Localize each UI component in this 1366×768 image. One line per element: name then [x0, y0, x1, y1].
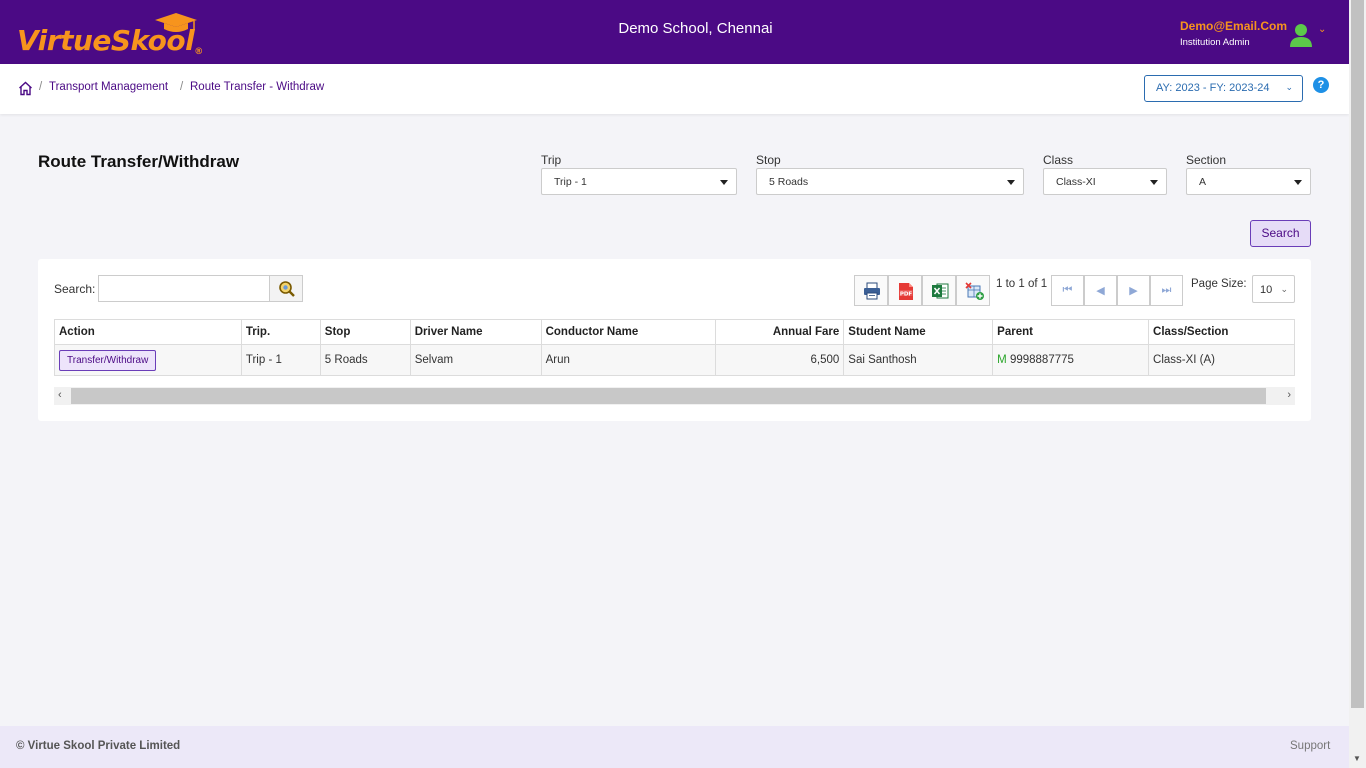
- trip-select-value: Trip - 1: [554, 176, 587, 188]
- academic-year-select[interactable]: AY: 2023 - FY: 2023-24 ⌄: [1144, 75, 1303, 102]
- scrollbar-thumb[interactable]: [71, 388, 1266, 404]
- stop-select-value: 5 Roads: [769, 176, 809, 188]
- support-link[interactable]: Support: [1290, 740, 1330, 752]
- user-email[interactable]: Demo@Email.Com: [1180, 19, 1287, 33]
- print-icon: [864, 282, 880, 300]
- cell-conductor: Arun: [540, 344, 717, 376]
- cell-parent: M 9998887775: [992, 344, 1150, 376]
- pdf-export-button[interactable]: PDF: [888, 275, 922, 306]
- page-size-label: Page Size:: [1191, 278, 1247, 290]
- stop-select[interactable]: 5 Roads: [756, 168, 1024, 195]
- cell-action: Transfer/Withdraw: [54, 344, 242, 376]
- grid-search-input[interactable]: [98, 275, 270, 302]
- cell-driver: Selvam: [409, 344, 542, 376]
- section-label: Section: [1186, 153, 1227, 167]
- excel-icon: [932, 283, 949, 299]
- section-select[interactable]: A: [1186, 168, 1311, 195]
- breadcrumb: / Transport Management / Route Transfer …: [0, 64, 1349, 114]
- user-avatar-icon[interactable]: [1289, 22, 1313, 48]
- next-page-button[interactable]: ▶: [1117, 275, 1150, 306]
- scroll-down-icon[interactable]: ▼: [1353, 754, 1361, 763]
- column-export-button[interactable]: [956, 275, 990, 306]
- excel-export-button[interactable]: [922, 275, 956, 306]
- dropdown-arrow-icon: [1150, 180, 1158, 185]
- breadcrumb-separator: /: [39, 81, 43, 93]
- previous-page-button[interactable]: ◀: [1084, 275, 1117, 306]
- search-button[interactable]: Search: [1250, 220, 1311, 247]
- pdf-icon: PDF: [899, 283, 913, 300]
- footer: © Virtue Skool Private Limited Support: [0, 726, 1349, 768]
- cell-trip: Trip - 1: [240, 344, 321, 376]
- column-header-stop[interactable]: Stop: [319, 319, 411, 345]
- cell-student: Sai Santhosh: [843, 344, 994, 376]
- column-header-class-section[interactable]: Class/Section: [1148, 319, 1295, 345]
- print-button[interactable]: [854, 275, 888, 306]
- page-size-value: 10: [1260, 284, 1273, 296]
- chevron-down-icon: ⌄: [1285, 82, 1293, 92]
- dropdown-arrow-icon: [1007, 180, 1015, 185]
- scroll-right-icon[interactable]: ›: [1287, 389, 1291, 401]
- parent-phone: 9998887775: [1009, 354, 1074, 366]
- column-header-action[interactable]: Action: [54, 319, 242, 345]
- magnifier-icon: [279, 281, 295, 297]
- cell-annual-fare: 6,500: [715, 344, 845, 376]
- column-header-student-name[interactable]: Student Name: [843, 319, 994, 345]
- trip-label: Trip: [541, 153, 562, 167]
- results-card: Search: PDF 1 to 1 of 1 ⏮ ◀ ▶ ⏭ Page Siz…: [38, 259, 1311, 421]
- class-label: Class: [1043, 153, 1074, 167]
- section-select-value: A: [1199, 176, 1207, 188]
- transfer-withdraw-button[interactable]: Transfer/Withdraw: [59, 349, 157, 371]
- first-page-icon: ⏮: [1062, 284, 1073, 296]
- help-icon[interactable]: ?: [1313, 77, 1329, 93]
- breadcrumb-transport-management[interactable]: Transport Management: [49, 81, 168, 93]
- last-page-button[interactable]: ⏭: [1150, 275, 1183, 306]
- next-page-icon: ▶: [1129, 285, 1138, 297]
- dropdown-arrow-icon: [1294, 180, 1302, 185]
- parent-tag: M: [997, 354, 1007, 366]
- vertical-scrollbar[interactable]: ▼: [1349, 0, 1366, 768]
- svg-text:PDF: PDF: [900, 292, 913, 298]
- previous-page-icon: ◀: [1096, 285, 1105, 297]
- column-header-driver-name[interactable]: Driver Name: [409, 319, 542, 345]
- column-header-annual-fare[interactable]: Annual Fare: [715, 319, 845, 345]
- last-page-icon: ⏭: [1161, 284, 1172, 296]
- horizontal-scrollbar[interactable]: ‹ ›: [54, 387, 1295, 405]
- first-page-button[interactable]: ⏮: [1051, 275, 1084, 306]
- copyright-text: © Virtue Skool Private Limited: [16, 740, 181, 752]
- pager-summary: 1 to 1 of 1: [996, 278, 1048, 290]
- scrollbar-thumb[interactable]: [1351, 0, 1364, 708]
- class-select[interactable]: Class-XI: [1043, 168, 1167, 195]
- scroll-left-icon[interactable]: ‹: [58, 389, 62, 401]
- trip-select[interactable]: Trip - 1: [541, 168, 737, 195]
- grid-search-label: Search:: [54, 282, 96, 296]
- academic-year-value: AY: 2023 - FY: 2023-24: [1156, 82, 1270, 94]
- cell-stop: 5 Roads: [319, 344, 411, 376]
- export-columns-icon: [965, 282, 984, 300]
- dropdown-arrow-icon: [720, 180, 728, 185]
- table-row: Transfer/Withdraw Trip - 1 5 Roads Selva…: [54, 344, 1295, 376]
- registered-mark: ®: [194, 47, 203, 57]
- page-title: Route Transfer/Withdraw: [38, 152, 240, 171]
- chevron-down-icon[interactable]: ⌄: [1318, 24, 1326, 35]
- breadcrumb-current-page: Route Transfer - Withdraw: [190, 81, 325, 93]
- user-role: Institution Admin: [1180, 37, 1250, 48]
- home-icon[interactable]: [18, 81, 33, 96]
- stop-label: Stop: [756, 153, 781, 167]
- table-header-row: Action Trip. Stop Driver Name Conductor …: [54, 319, 1295, 345]
- cell-class-section: Class-XI (A): [1148, 344, 1295, 376]
- top-header: VirtueSkool® Demo School, Chennai Demo@E…: [0, 0, 1349, 64]
- column-header-parent[interactable]: Parent: [992, 319, 1150, 345]
- grid-search-button[interactable]: [269, 275, 303, 302]
- class-select-value: Class-XI: [1056, 176, 1096, 188]
- school-name: Demo School, Chennai: [618, 20, 773, 37]
- route-transfer-table: Action Trip. Stop Driver Name Conductor …: [54, 319, 1295, 376]
- breadcrumb-separator: /: [180, 81, 184, 93]
- chevron-down-icon: ⌄: [1280, 284, 1288, 294]
- column-header-conductor-name[interactable]: Conductor Name: [540, 319, 717, 345]
- page-size-select[interactable]: 10 ⌄: [1252, 275, 1295, 303]
- column-header-trip[interactable]: Trip.: [240, 319, 321, 345]
